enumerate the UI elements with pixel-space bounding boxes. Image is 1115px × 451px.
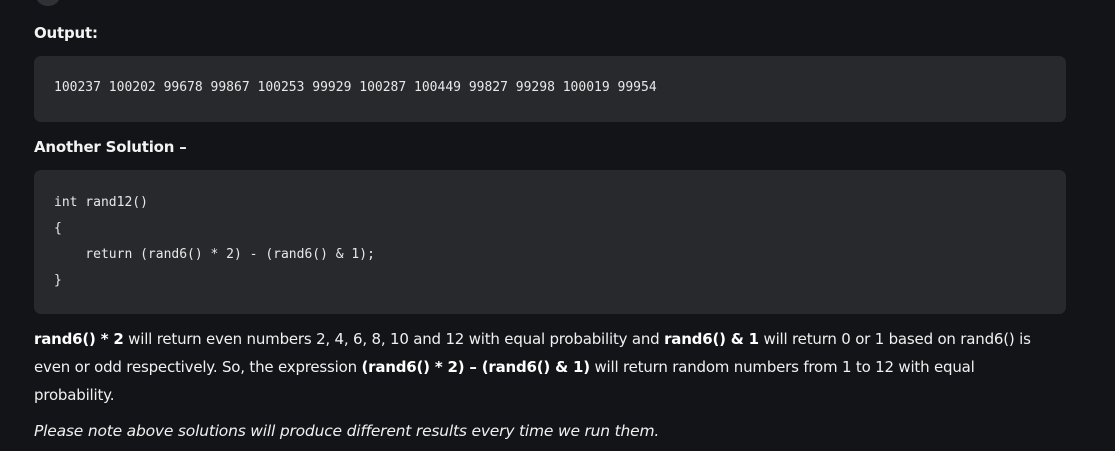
explanation-text: will return 0 or 1 based on rand6() is xyxy=(758,330,1031,348)
code-line: { xyxy=(54,221,62,236)
avatar xyxy=(36,0,60,6)
inline-code-rand6-times-2: rand6() * 2 xyxy=(34,330,124,348)
explanation-text: will return even numbers 2, 4, 6, 8, 10 … xyxy=(123,330,665,348)
inline-code-expression: (rand6() * 2) – (rand6() & 1) xyxy=(361,358,590,376)
output-label: Output: xyxy=(34,24,98,42)
code-line: return (rand6() * 2) - (rand6() & 1); xyxy=(54,247,375,262)
code-line: } xyxy=(54,273,62,288)
explanation-text: probability. xyxy=(34,386,115,404)
another-solution-heading: Another Solution – xyxy=(34,138,187,156)
explanation-text: even or odd respectively. So, the expres… xyxy=(34,358,362,376)
note-text: Please note above solutions will produce… xyxy=(34,422,660,440)
output-code-block: 100237 100202 99678 99867 100253 99929 1… xyxy=(34,56,1066,122)
solution-code-block: int rand12() { return (rand6() * 2) - (r… xyxy=(34,170,1066,314)
code-line: int rand12() xyxy=(54,195,148,210)
explanation-text: will return random numbers from 1 to 12 … xyxy=(589,358,975,376)
output-code-line: 100237 100202 99678 99867 100253 99929 1… xyxy=(54,80,657,95)
explanation-paragraph: rand6() * 2 will return even numbers 2, … xyxy=(34,325,1074,409)
inline-code-rand6-and-1: rand6() & 1 xyxy=(664,330,759,348)
article-content: Output: 100237 100202 99678 99867 100253… xyxy=(0,0,1115,451)
